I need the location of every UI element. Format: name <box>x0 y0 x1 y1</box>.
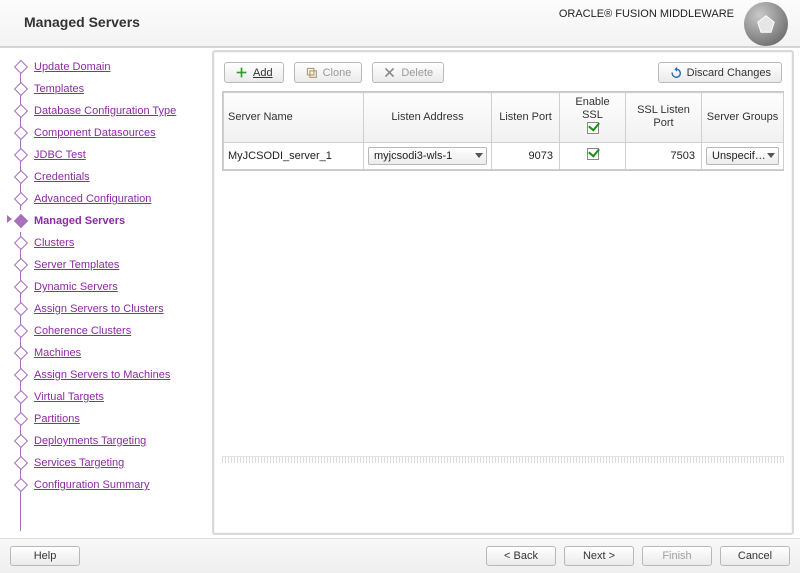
wizard-step[interactable]: Assign Servers to Clusters <box>6 298 211 320</box>
table-header-row: Server Name Listen Address Listen Port E… <box>224 93 784 143</box>
page-title: Managed Servers <box>24 14 140 30</box>
wizard-step-link[interactable]: Component Datasources <box>34 127 156 139</box>
wizard-step-link[interactable]: Services Targeting <box>34 457 124 469</box>
server-groups-select[interactable]: Unspecified <box>706 147 779 165</box>
add-button[interactable]: Add <box>224 62 284 83</box>
wizard-step[interactable]: Credentials <box>6 166 211 188</box>
cell-listen-address[interactable]: myjcsodi3-wls-1 <box>364 142 492 169</box>
servers-table: Server Name Listen Address Listen Port E… <box>223 92 784 170</box>
cell-listen-port[interactable]: 9073 <box>492 142 560 169</box>
wizard-step-link[interactable]: Assign Servers to Machines <box>34 369 170 381</box>
wizard-step[interactable]: Managed Servers <box>6 210 211 232</box>
wizard-step[interactable]: Partitions <box>6 408 211 430</box>
wizard-step-link[interactable]: Server Templates <box>34 259 119 271</box>
wizard-step[interactable]: Database Configuration Type <box>6 100 211 122</box>
brand-oracle: ORACLE <box>559 8 604 20</box>
cell-enable-ssl[interactable] <box>560 142 626 169</box>
delete-icon <box>383 66 396 79</box>
enable-ssl-header-checkbox[interactable] <box>587 122 599 134</box>
col-enable-ssl[interactable]: Enable SSL <box>560 93 626 143</box>
next-button[interactable]: Next > <box>564 546 634 566</box>
panel-splitter[interactable] <box>222 456 784 463</box>
wizard-step-link[interactable]: Clusters <box>34 237 74 249</box>
col-server-name[interactable]: Server Name <box>224 93 364 143</box>
wizard-step-link[interactable]: Managed Servers <box>34 215 125 227</box>
finish-button[interactable]: Finish <box>642 546 712 566</box>
wizard-step-link[interactable]: Partitions <box>34 413 80 425</box>
wizard-step-link[interactable]: Dynamic Servers <box>34 281 118 293</box>
col-enable-ssl-label: Enable SSL <box>564 96 621 122</box>
wizard-step-link[interactable]: Credentials <box>34 171 90 183</box>
brand: ORACLE® FUSION MIDDLEWARE <box>559 8 734 20</box>
wizard-step-link[interactable]: Deployments Targeting <box>34 435 146 447</box>
wizard-step-link[interactable]: Database Configuration Type <box>34 105 176 117</box>
wizard-step[interactable]: Server Templates <box>6 254 211 276</box>
table-row[interactable]: MyJCSODI_server_1 myjcsodi3-wls-1 9073 7… <box>224 142 784 169</box>
cell-ssl-listen-port[interactable]: 7503 <box>626 142 702 169</box>
plus-icon <box>235 66 248 79</box>
delete-button-label: Delete <box>401 67 433 79</box>
wizard-step-link[interactable]: Machines <box>34 347 81 359</box>
wizard-step-link[interactable]: Advanced Configuration <box>34 193 151 205</box>
wizard-step[interactable]: Dynamic Servers <box>6 276 211 298</box>
wizard-step[interactable]: Assign Servers to Machines <box>6 364 211 386</box>
clone-button-label: Clone <box>323 67 352 79</box>
wizard-step-link[interactable]: Templates <box>34 83 84 95</box>
wizard-step-list: Update Domain Templates Database Configura… <box>6 50 211 496</box>
add-button-label: Add <box>253 67 273 79</box>
wizard-step[interactable]: Update Domain <box>6 56 211 78</box>
toolbar: Add Clone Delete Discard Changes <box>214 52 792 91</box>
col-server-groups[interactable]: Server Groups <box>702 93 784 143</box>
wizard-footer: Help < Back Next > Finish Cancel <box>0 538 800 573</box>
wizard-step[interactable]: Deployments Targeting <box>6 430 211 452</box>
wizard-step-link[interactable]: Virtual Targets <box>34 391 104 403</box>
wizard-step[interactable]: Component Datasources <box>6 122 211 144</box>
wizard-step-link[interactable]: Assign Servers to Clusters <box>34 303 164 315</box>
wizard-step[interactable]: Coherence Clusters <box>6 320 211 342</box>
wizard-step[interactable]: Advanced Configuration <box>6 188 211 210</box>
wizard-step-link[interactable]: Coherence Clusters <box>34 325 131 337</box>
wizard-step[interactable]: Templates <box>6 78 211 100</box>
server-groups-value: Unspecified <box>712 150 767 162</box>
arrow-right-icon <box>7 215 12 223</box>
wizard-step[interactable]: Configuration Summary <box>6 474 211 496</box>
chevron-down-icon <box>767 153 775 158</box>
clone-button[interactable]: Clone <box>294 62 363 83</box>
wizard-step-link[interactable]: JDBC Test <box>34 149 86 161</box>
delete-button[interactable]: Delete <box>372 62 444 83</box>
discard-changes-label: Discard Changes <box>687 67 771 79</box>
col-listen-address[interactable]: Listen Address <box>364 93 492 143</box>
wizard-step[interactable]: Services Targeting <box>6 452 211 474</box>
wizard-step[interactable]: Machines <box>6 342 211 364</box>
brand-sub: FUSION MIDDLEWARE <box>615 8 734 20</box>
brand-registered: ® <box>604 8 612 20</box>
back-button[interactable]: < Back <box>486 546 556 566</box>
col-ssl-listen-port[interactable]: SSL Listen Port <box>626 93 702 143</box>
clone-icon <box>305 66 318 79</box>
cell-server-groups[interactable]: Unspecified <box>702 142 784 169</box>
wizard-sidebar: Update Domain Templates Database Configura… <box>6 50 211 535</box>
wizard-step[interactable]: Virtual Targets <box>6 386 211 408</box>
cancel-button[interactable]: Cancel <box>720 546 790 566</box>
wizard-step[interactable]: JDBC Test <box>6 144 211 166</box>
help-button[interactable]: Help <box>10 546 80 566</box>
listen-address-value: myjcsodi3-wls-1 <box>374 150 452 162</box>
col-listen-port[interactable]: Listen Port <box>492 93 560 143</box>
servers-table-wrap: Server Name Listen Address Listen Port E… <box>222 91 784 171</box>
listen-address-select[interactable]: myjcsodi3-wls-1 <box>368 147 487 165</box>
undo-icon <box>669 66 682 79</box>
wizard-step-link[interactable]: Configuration Summary <box>34 479 150 491</box>
wizard-step-link[interactable]: Update Domain <box>34 61 110 73</box>
header: Managed Servers ORACLE® FUSION MIDDLEWAR… <box>0 0 800 48</box>
chevron-down-icon <box>475 153 483 158</box>
discard-changes-button[interactable]: Discard Changes <box>658 62 782 83</box>
enable-ssl-checkbox[interactable] <box>587 148 599 160</box>
brand-logo-icon <box>744 2 788 46</box>
cell-server-name[interactable]: MyJCSODI_server_1 <box>224 142 364 169</box>
main-panel: Add Clone Delete Discard Changes <box>212 50 794 535</box>
wizard-step[interactable]: Clusters <box>6 232 211 254</box>
